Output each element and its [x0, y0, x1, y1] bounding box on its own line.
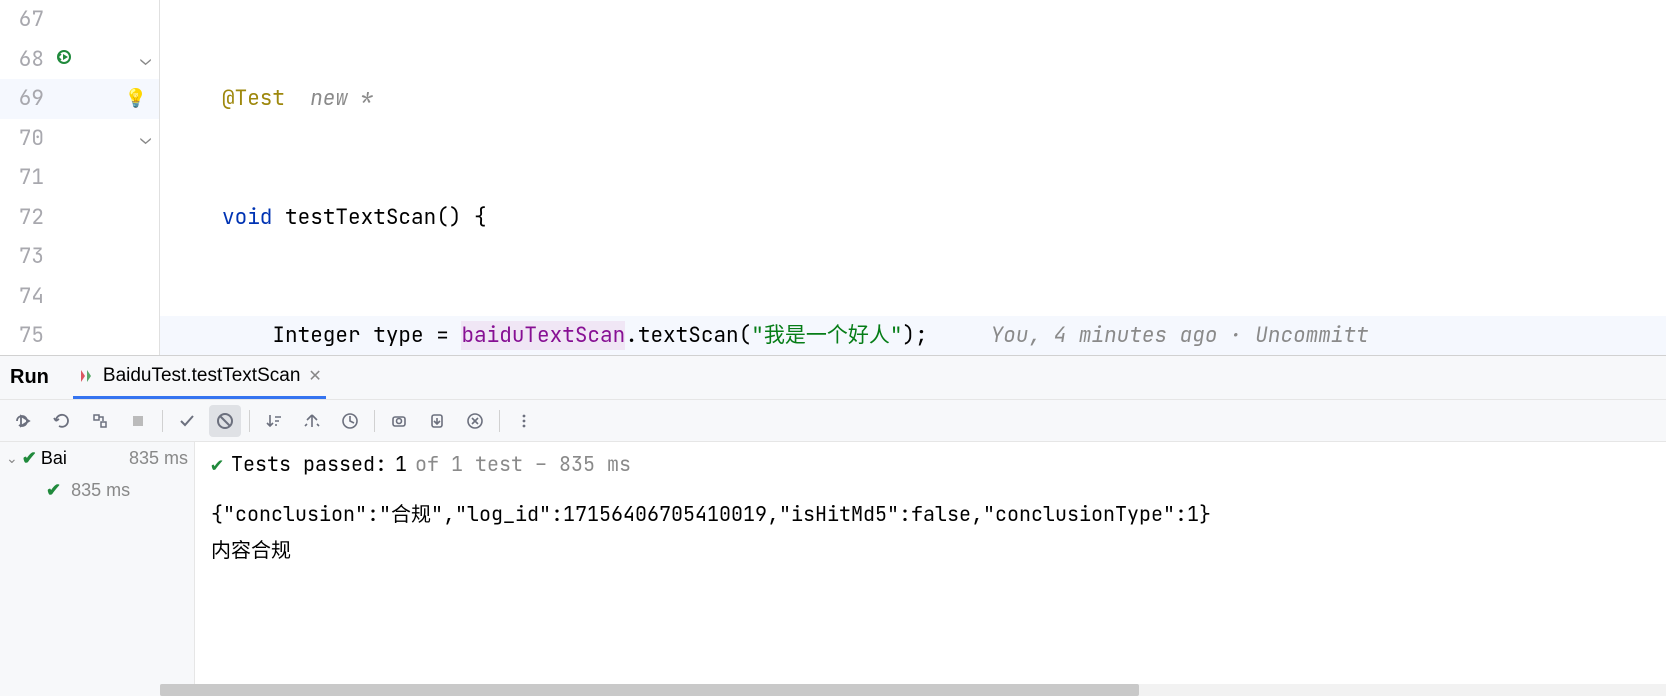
gutter-row: 70 ⌄: [0, 119, 159, 159]
gutter-row: 73: [0, 237, 159, 277]
toggle-auto-test-button[interactable]: [84, 405, 116, 437]
code-content[interactable]: @Test new * void testTextScan() { Intege…: [160, 0, 1666, 355]
scrollbar-thumb[interactable]: [160, 684, 1139, 696]
tests-passed-prefix: Tests passed:: [231, 446, 387, 482]
check-icon: ✔: [211, 446, 223, 482]
tests-passed-summary: ✔ Tests passed: 1 of 1 test – 835 ms: [211, 446, 1650, 482]
code-editor[interactable]: 67 68 ⌄ 69 💡 70 ⌄ 71 72: [0, 0, 1666, 355]
export-tests-button[interactable]: [421, 405, 453, 437]
gutter-row: 72: [0, 198, 159, 238]
fold-icon[interactable]: ⌄: [140, 48, 151, 71]
results-row: ⌄ ✔ Bai 835 ms ✔ 835 ms ✔ Tests passed: …: [0, 442, 1666, 696]
run-config-icon: [77, 367, 95, 385]
chevron-down-icon[interactable]: ⌄: [6, 450, 18, 467]
vcs-modifier-hint: new *: [310, 85, 373, 112]
annotation: @Test: [222, 85, 285, 112]
gutter-row: 74: [0, 277, 159, 317]
run-tab-label: BaiduTest.testTextScan: [103, 365, 301, 387]
show-ignored-button[interactable]: [209, 405, 241, 437]
test-tree-root[interactable]: ⌄ ✔ Bai 835 ms: [0, 442, 194, 474]
rerun-button[interactable]: [8, 405, 40, 437]
console-line: {"conclusion":"合规","log_id":171564067054…: [211, 496, 1650, 532]
gutter-row: 69 💡: [0, 79, 159, 119]
console-line: 内容合规: [211, 532, 1650, 568]
line-number: 74: [0, 283, 50, 310]
run-tool-window: Run BaiduTest.testTextScan ✕: [0, 355, 1666, 696]
gutter-row: 71: [0, 158, 159, 198]
collapse-all-button[interactable]: [334, 405, 366, 437]
lightbulb-icon[interactable]: 💡: [125, 87, 147, 110]
console-output[interactable]: ✔ Tests passed: 1 of 1 test – 835 ms {"c…: [195, 442, 1666, 696]
toolbar-separator: [162, 410, 163, 432]
gutter-row: 68 ⌄: [0, 40, 159, 80]
line-number: 72: [0, 204, 50, 231]
line-number: 71: [0, 164, 50, 191]
rerun-failed-button[interactable]: [46, 405, 78, 437]
run-tab-active[interactable]: BaiduTest.testTextScan ✕: [73, 356, 326, 399]
gutter-row: 67: [0, 0, 159, 40]
line-number: 67: [0, 6, 50, 33]
test-tree[interactable]: ⌄ ✔ Bai 835 ms ✔ 835 ms: [0, 442, 195, 696]
line-number: 75: [0, 322, 50, 349]
fold-icon[interactable]: ⌄: [140, 127, 151, 150]
code-line[interactable]: @Test new *: [160, 79, 1666, 119]
run-tabs: Run BaiduTest.testTextScan ✕: [0, 356, 1666, 400]
check-icon: ✔: [46, 480, 61, 501]
horizontal-scrollbar[interactable]: [160, 684, 1666, 696]
test-history-button[interactable]: [459, 405, 491, 437]
code-line[interactable]: Integer type = baiduTextScan.textScan("我…: [160, 316, 1666, 355]
run-test-icon[interactable]: [56, 49, 76, 69]
check-icon: ✔: [22, 448, 37, 469]
tests-passed-suffix: of 1 test – 835 ms: [415, 446, 631, 482]
stop-button[interactable]: [122, 405, 154, 437]
line-number: 69: [0, 85, 50, 112]
gutter-row: 75: [0, 316, 159, 356]
more-icon[interactable]: [508, 405, 540, 437]
tree-item-time: 835 ms: [71, 480, 130, 501]
toolbar-separator: [374, 410, 375, 432]
toolbar-separator: [499, 410, 500, 432]
run-panel-title: Run: [10, 366, 49, 389]
code-line[interactable]: void testTextScan() {: [160, 198, 1666, 238]
line-number: 70: [0, 125, 50, 152]
run-toolbar: [0, 400, 1666, 442]
tree-root-label: Bai: [41, 448, 67, 469]
tree-root-time: 835 ms: [129, 448, 188, 469]
show-passed-button[interactable]: [171, 405, 203, 437]
tests-passed-count: 1: [395, 446, 407, 482]
gutter: 67 68 ⌄ 69 💡 70 ⌄ 71 72: [0, 0, 160, 355]
expand-all-button[interactable]: [296, 405, 328, 437]
line-number: 68: [0, 46, 50, 73]
sort-button[interactable]: [258, 405, 290, 437]
vcs-blame-hint: You, 4 minutes ago · Uncommitt: [991, 322, 1369, 349]
toolbar-separator: [249, 410, 250, 432]
line-number: 73: [0, 243, 50, 270]
test-tree-item[interactable]: ✔ 835 ms: [0, 474, 194, 506]
close-icon[interactable]: ✕: [308, 366, 321, 386]
import-tests-button[interactable]: [383, 405, 415, 437]
